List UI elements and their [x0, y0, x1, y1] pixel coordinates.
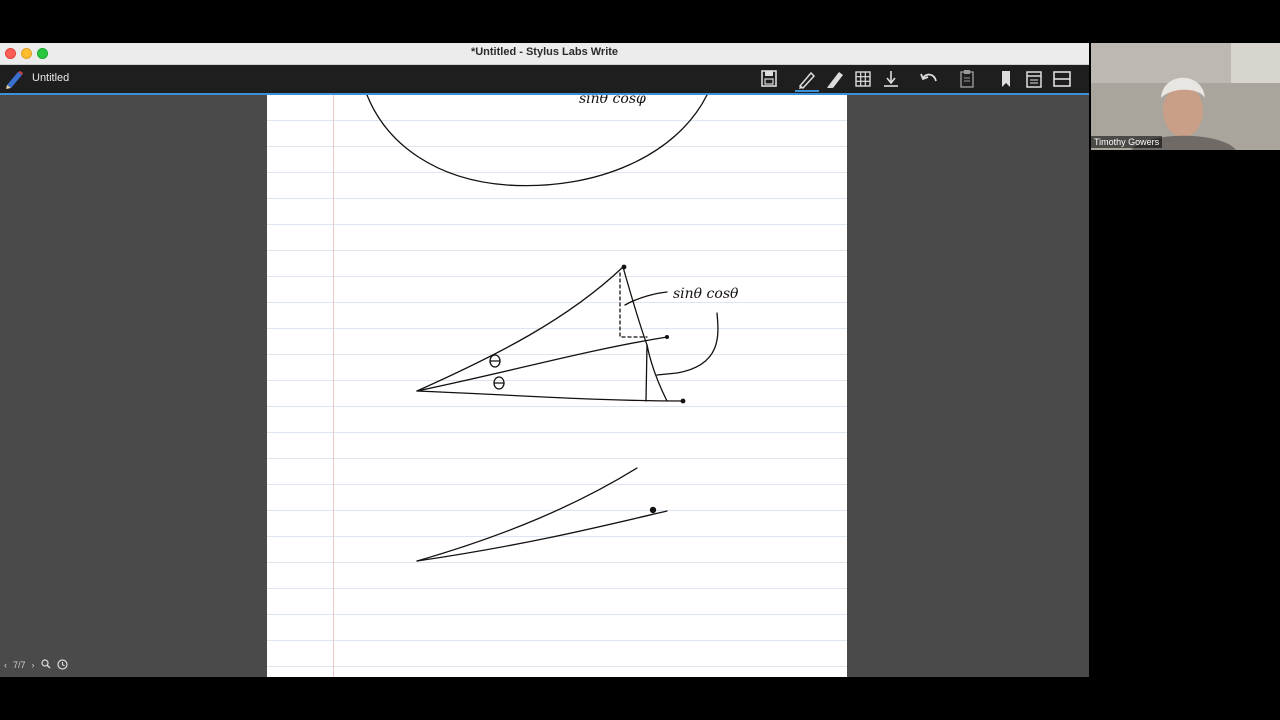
- window-title: *Untitled - Stylus Labs Write: [470, 46, 619, 58]
- pen-icon[interactable]: [795, 68, 819, 92]
- prev-page-button[interactable]: ‹: [4, 660, 7, 670]
- highlighter-icon[interactable]: [823, 68, 847, 90]
- zoom-icon[interactable]: [40, 659, 51, 671]
- clipboard-icon[interactable]: [955, 68, 979, 90]
- grid-icon[interactable]: [851, 68, 875, 90]
- pages-icon[interactable]: [1022, 68, 1046, 90]
- circle-arc-stroke: [366, 95, 708, 187]
- triangle-upper-edge: [416, 266, 624, 392]
- sketch-upper-line: [416, 467, 638, 562]
- undo-icon[interactable]: [917, 68, 941, 90]
- history-icon[interactable]: [56, 658, 68, 672]
- handwriting-top: sinθ cosφ: [579, 95, 646, 107]
- notebook-page[interactable]: sinθ cosφ sinθ cosθ: [267, 95, 847, 677]
- webcam-feed: [1091, 43, 1280, 150]
- layout-icon[interactable]: [1050, 68, 1074, 90]
- bookmark-icon[interactable]: [994, 68, 1018, 90]
- triangle-right-edge: [622, 266, 668, 402]
- toolbar: Untitled: [0, 65, 1089, 95]
- app-window: *Untitled - Stylus Labs Write Untitled s…: [0, 43, 1089, 677]
- brace-curve: [656, 312, 719, 376]
- handwriting-canvas[interactable]: sinθ cosφ sinθ cosθ: [267, 95, 847, 677]
- sketch-lower-line: [416, 510, 668, 562]
- participant-name: Timothy Gowers: [1091, 136, 1163, 148]
- triangle-middle-edge: [416, 336, 668, 392]
- handwriting-annotation: sinθ cosθ: [673, 286, 739, 302]
- triangle-lower-edge: [416, 390, 684, 402]
- insert-space-icon[interactable]: [879, 68, 903, 90]
- save-icon[interactable]: [757, 68, 781, 90]
- webcam-video: Timothy Gowers: [1091, 43, 1280, 150]
- document-menu-icon[interactable]: [4, 68, 26, 90]
- title-bar: *Untitled - Stylus Labs Write: [0, 43, 1089, 65]
- page-counter: 7/7: [13, 660, 26, 670]
- cursor-dot: [649, 506, 657, 514]
- vertical-drop-line: [645, 344, 648, 402]
- page-navigation: ‹ 7/7 ›: [4, 658, 68, 672]
- document-title[interactable]: Untitled: [32, 72, 69, 84]
- next-page-button[interactable]: ›: [32, 660, 35, 670]
